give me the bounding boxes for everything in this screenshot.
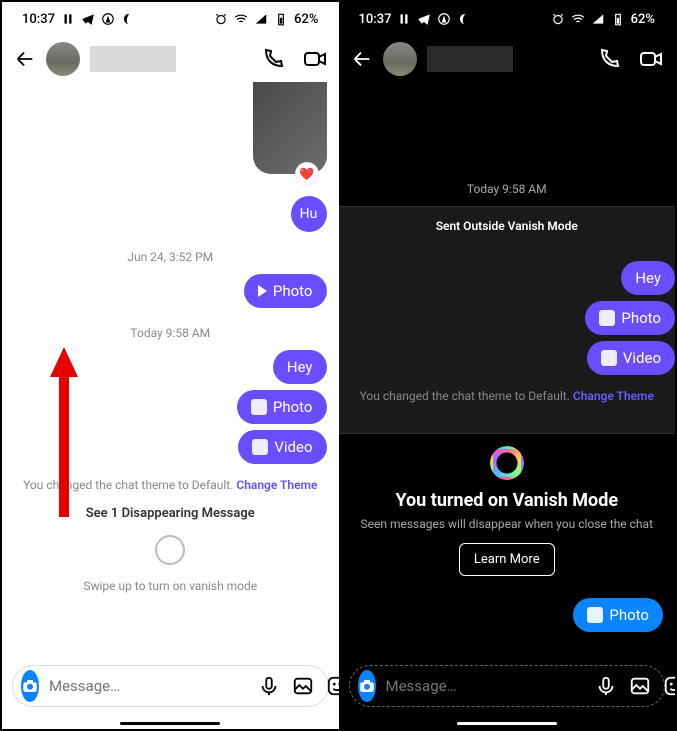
photo-message[interactable]: Photo — [585, 301, 675, 335]
wifi-icon — [234, 12, 248, 26]
wifi-icon — [571, 12, 585, 26]
chat-header — [2, 36, 339, 82]
photo-message[interactable]: Photo — [237, 390, 327, 424]
timestamp: Jun 24, 3:52 PM — [14, 250, 327, 264]
alarm-icon — [551, 12, 565, 26]
message-input[interactable] — [49, 677, 248, 695]
battery-pct: 62% — [631, 12, 655, 27]
video-message[interactable]: Video — [238, 430, 326, 464]
vanish-banner: Sent Outside Vanish Mode — [339, 206, 676, 245]
battery-pct: 62% — [294, 12, 318, 27]
message-hey[interactable]: Hey — [273, 350, 327, 384]
avatar[interactable] — [383, 42, 417, 76]
home-indicator — [457, 722, 557, 725]
photo-message-vanish[interactable]: Photo — [573, 598, 663, 632]
vanish-mode-card: You turned on Vanish Mode Seen messages … — [339, 434, 676, 588]
theme-change-notice: You changed the chat theme to Default. C… — [339, 389, 676, 403]
change-theme-link[interactable]: Change Theme — [236, 478, 317, 492]
message-input[interactable] — [386, 677, 585, 695]
contact-name[interactable] — [427, 46, 513, 72]
gallery-button[interactable] — [292, 675, 314, 697]
call-button[interactable] — [261, 47, 285, 71]
status-bar: 10:37 62% — [339, 2, 676, 36]
gallery-button[interactable] — [629, 675, 651, 697]
image-message[interactable]: ❤️ — [253, 82, 327, 174]
telegram-icon — [81, 12, 95, 26]
call-button[interactable] — [597, 47, 621, 71]
signal-icon — [254, 12, 268, 26]
message-composer[interactable] — [349, 665, 666, 707]
clock: 10:37 — [359, 12, 392, 27]
annotation-arrow — [44, 347, 84, 527]
app-icon — [101, 12, 115, 26]
contact-name[interactable] — [90, 46, 176, 72]
avatar[interactable] — [46, 42, 80, 76]
sticker-button[interactable] — [326, 675, 339, 697]
vanish-circle — [155, 535, 185, 565]
timestamp: Today 9:58 AM — [14, 326, 327, 340]
camera-button[interactable] — [358, 670, 376, 702]
video-message[interactable]: Video — [587, 341, 675, 375]
back-button[interactable] — [351, 48, 373, 70]
app-icon — [437, 12, 451, 26]
chat-header — [339, 36, 676, 82]
telegram-icon — [417, 12, 431, 26]
signal-icon — [591, 12, 605, 26]
change-theme-link[interactable]: Change Theme — [573, 389, 654, 403]
mic-button[interactable] — [258, 675, 280, 697]
battery-icon — [611, 12, 625, 26]
status-bar: 10:37 62% — [2, 2, 339, 36]
back-button[interactable] — [14, 48, 36, 70]
pause-icon — [397, 12, 411, 26]
battery-icon — [274, 12, 288, 26]
clock: 10:37 — [22, 12, 55, 27]
vanish-subtitle: Seen messages will disappear when you cl… — [359, 517, 656, 531]
photo-message[interactable]: Photo — [244, 274, 327, 308]
timestamp: Today 9:58 AM — [339, 182, 676, 196]
learn-more-button[interactable]: Learn More — [459, 543, 555, 576]
video-call-button[interactable] — [639, 47, 663, 71]
mic-button[interactable] — [595, 675, 617, 697]
video-call-button[interactable] — [303, 47, 327, 71]
heart-reaction[interactable]: ❤️ — [295, 162, 319, 186]
pause-icon — [61, 12, 75, 26]
home-indicator — [120, 722, 220, 725]
message-composer[interactable] — [12, 665, 329, 707]
alarm-icon — [214, 12, 228, 26]
message-hey[interactable]: Hey — [621, 261, 675, 295]
vanish-hint: Swipe up to turn on vanish mode — [14, 579, 327, 593]
camera-button[interactable] — [21, 670, 39, 702]
moon-icon — [457, 12, 471, 26]
moon-icon — [121, 12, 135, 26]
sticker-button[interactable] — [663, 675, 676, 697]
vanish-ring-icon — [490, 446, 524, 480]
vanish-title: You turned on Vanish Mode — [359, 490, 656, 511]
message-hu[interactable]: Hu — [291, 196, 327, 232]
